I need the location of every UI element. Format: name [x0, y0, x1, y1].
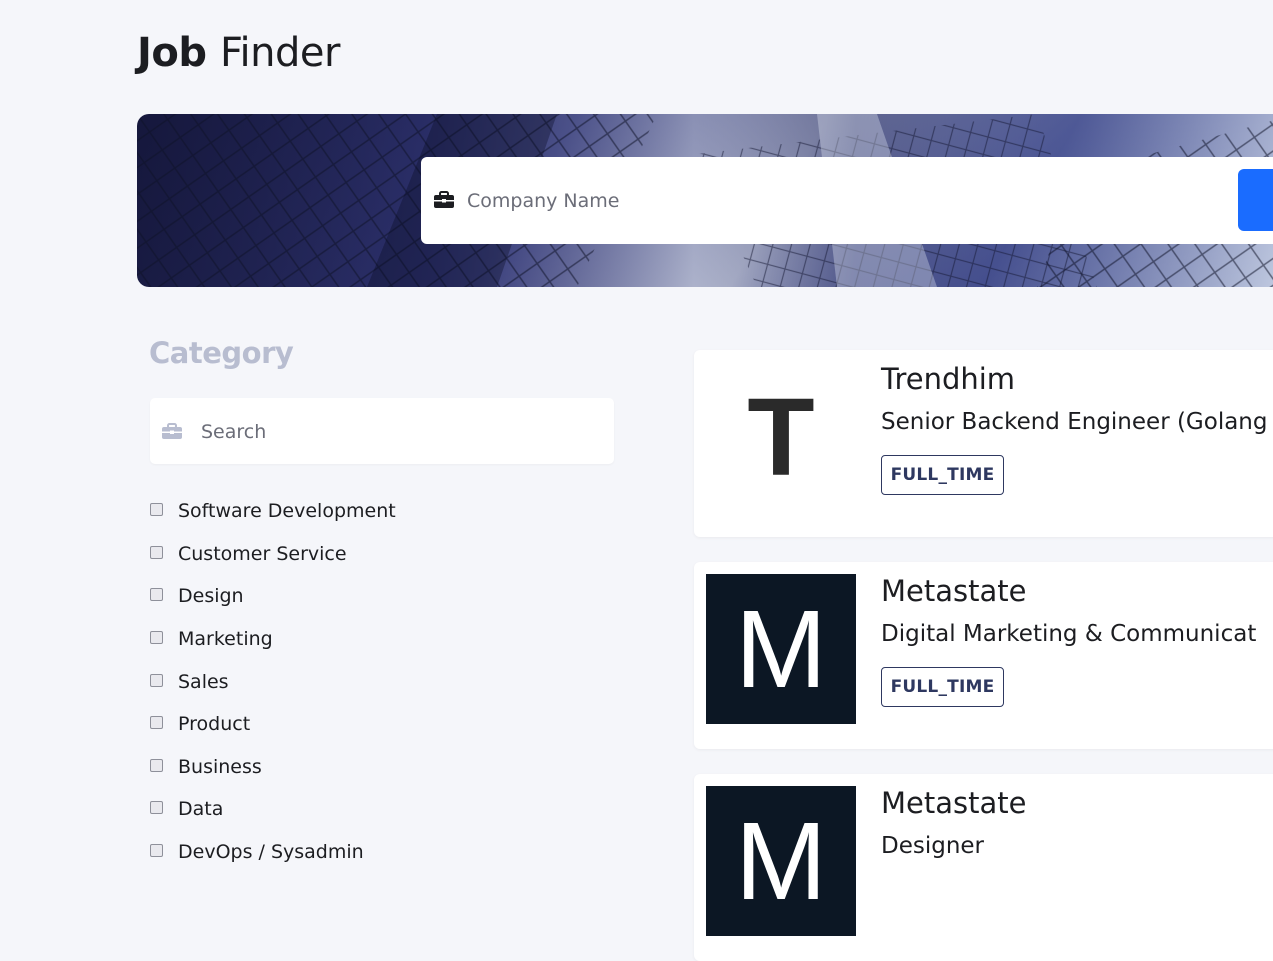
category-list: Software Development Customer Service De…: [150, 490, 396, 873]
company-search-bar: [421, 157, 1273, 244]
job-position: Designer: [881, 833, 985, 859]
category-label: Data: [178, 798, 224, 821]
category-checkbox[interactable]: [150, 673, 163, 687]
category-search-input[interactable]: [199, 415, 583, 449]
category-checkbox[interactable]: [150, 631, 163, 645]
company-name: Metastate: [881, 574, 1027, 608]
category-item[interactable]: Data: [150, 788, 396, 831]
company-logo: M: [706, 786, 856, 936]
job-card[interactable]: M Metastate Digital Marketing & Communic…: [694, 562, 1273, 749]
hero-banner: [137, 114, 1273, 287]
job-card[interactable]: M Metastate Designer: [694, 774, 1273, 961]
category-heading: Category: [149, 336, 294, 370]
category-label: Design: [178, 585, 244, 608]
job-position: Senior Backend Engineer (Golang: [881, 409, 1268, 435]
app-title-bold: Job: [137, 30, 207, 76]
category-item[interactable]: Sales: [150, 660, 396, 703]
category-label: Product: [178, 713, 251, 736]
category-checkbox[interactable]: [150, 588, 163, 602]
company-logo: T: [706, 362, 856, 512]
category-label: Software Development: [178, 500, 396, 523]
company-search-input[interactable]: [465, 183, 1169, 219]
category-item[interactable]: Software Development: [150, 490, 396, 533]
job-card[interactable]: T Trendhim Senior Backend Engineer (Gola…: [694, 350, 1273, 537]
app-title-light: Finder: [219, 30, 341, 76]
category-checkbox[interactable]: [150, 503, 163, 517]
category-checkbox[interactable]: [150, 844, 163, 858]
category-item[interactable]: Business: [150, 746, 396, 789]
app-title: Job Finder: [137, 28, 340, 78]
job-position: Digital Marketing & Communicat: [881, 621, 1257, 647]
company-name: Trendhim: [881, 362, 1016, 396]
category-checkbox[interactable]: [150, 545, 163, 559]
category-checkbox[interactable]: [150, 716, 163, 730]
category-item[interactable]: Marketing: [150, 618, 396, 661]
category-label: Customer Service: [178, 542, 347, 565]
category-checkbox[interactable]: [150, 758, 163, 772]
category-label: Sales: [178, 670, 229, 693]
search-button[interactable]: [1238, 169, 1273, 231]
briefcase-icon: [162, 423, 182, 443]
category-label: Marketing: [178, 628, 273, 651]
category-item[interactable]: Customer Service: [150, 533, 396, 576]
company-logo: M: [706, 574, 856, 724]
job-type-badge: FULL_TIME: [881, 667, 1004, 707]
company-name: Metastate: [881, 786, 1027, 820]
job-type-badge: FULL_TIME: [881, 455, 1004, 495]
category-checkbox[interactable]: [150, 801, 163, 815]
category-label: DevOps / Sysadmin: [178, 841, 364, 864]
category-label: Business: [178, 755, 262, 778]
category-search-bar: [150, 398, 614, 464]
category-item[interactable]: Design: [150, 575, 396, 618]
category-item[interactable]: Product: [150, 703, 396, 746]
